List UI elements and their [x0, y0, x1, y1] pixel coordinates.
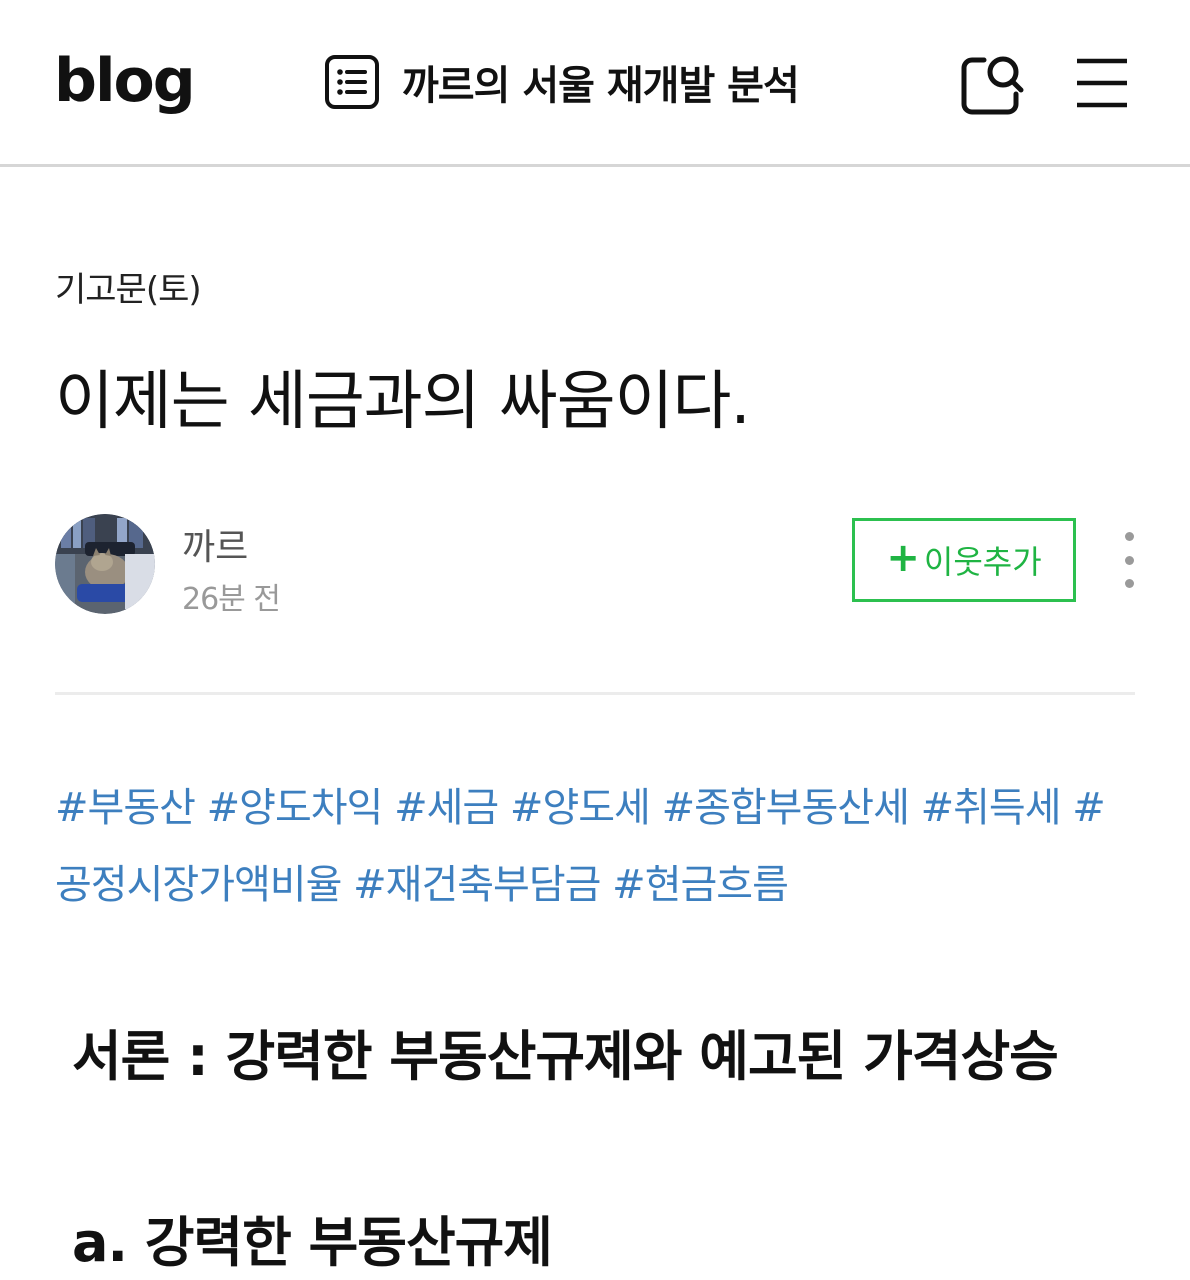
post-time: 26분 전	[182, 582, 281, 617]
add-neighbor-button[interactable]: + 이웃추가	[852, 518, 1076, 602]
tag-item[interactable]: #종합부동산세	[662, 785, 910, 831]
tag-item[interactable]: #양도세	[510, 785, 651, 831]
blog-post-page: blog 까르의 서울 재개발 분석 기고문(토) 이제는 세금과의 싸움이다.…	[0, 0, 1190, 1280]
divider	[55, 692, 1135, 695]
add-neighbor-label: 이웃추가	[923, 543, 1042, 581]
tag-list: #부동산 #양도차익 #세금 #양도세 #종합부동산세 #취득세 # 공정시장가…	[55, 770, 1145, 924]
tag-item[interactable]: #현금흐름	[612, 862, 789, 908]
more-dot	[1124, 579, 1134, 588]
tag-item[interactable]: #세금	[394, 785, 499, 831]
more-dot	[1124, 555, 1134, 565]
author-name[interactable]: 까르	[182, 518, 248, 570]
more-dot	[1124, 532, 1134, 541]
tag-item[interactable]: #취득세	[921, 785, 1062, 831]
tag-item[interactable]: #	[1072, 785, 1106, 831]
hamburger-menu-icon[interactable]	[1075, 56, 1129, 110]
post-category[interactable]: 기고문(토)	[55, 262, 202, 311]
top-header: blog 까르의 서울 재개발 분석	[0, 0, 1190, 167]
tag-item[interactable]: #양도차익	[207, 785, 384, 831]
blog-logo[interactable]: blog	[54, 46, 196, 116]
blog-title: 까르의 서울 재개발 분석	[402, 63, 800, 109]
tag-line-1: #부동산 #양도차익 #세금 #양도세 #종합부동산세 #취득세 #	[55, 770, 1145, 847]
sub-heading: a. 강력한 부동산규제	[72, 1211, 553, 1274]
tag-item[interactable]: 공정시장가액비율	[55, 862, 342, 908]
post-title: 이제는 세금과의 싸움이다.	[55, 365, 751, 439]
more-vertical-icon[interactable]	[1110, 532, 1148, 588]
plus-icon: +	[886, 535, 920, 581]
author-avatar[interactable]	[55, 514, 155, 614]
section-heading: 서론 : 강력한 부동산규제와 예고된 가격상승	[72, 1025, 1059, 1088]
tag-item[interactable]: #재건축부담금	[353, 862, 601, 908]
tag-line-2: 공정시장가액비율 #재건축부담금 #현금흐름	[55, 847, 1145, 924]
blog-title-link[interactable]: 까르의 서울 재개발 분석	[324, 52, 800, 112]
list-icon	[325, 55, 379, 109]
search-icon[interactable]	[958, 50, 1026, 118]
tag-item[interactable]: #부동산	[55, 785, 196, 831]
